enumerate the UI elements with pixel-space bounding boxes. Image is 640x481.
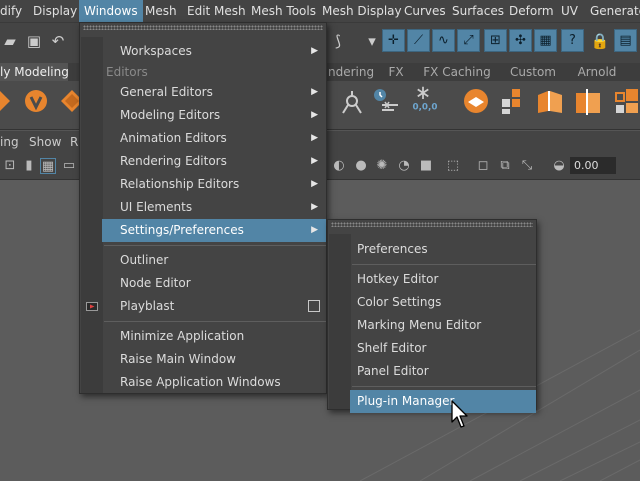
snap-view-plane-icon[interactable]: ⤢ — [457, 29, 480, 52]
playblast-option-box[interactable] — [308, 300, 320, 312]
xray-icon[interactable]: ◐ — [331, 158, 347, 174]
menu-item-shelf-editor[interactable]: Shelf Editor — [328, 337, 536, 360]
menu-mesh[interactable]: Mesh — [145, 0, 177, 22]
menu-item-panel-editor[interactable]: Panel Editor — [328, 360, 536, 383]
lasso-tool-icon[interactable]: ⟆ — [328, 31, 348, 51]
exposure-field[interactable]: 0.00 — [570, 157, 616, 174]
menu-generate[interactable]: Generate — [590, 0, 640, 22]
tab-fx[interactable]: FX — [383, 63, 409, 81]
undo-icon[interactable]: ↶ — [48, 31, 68, 51]
target-weld-icon[interactable] — [612, 87, 640, 115]
snap-point-icon[interactable]: ∿ — [432, 29, 455, 52]
menu-item-relationship-editors[interactable]: Relationship Editors ▶ — [80, 173, 326, 196]
ipr-render-icon[interactable]: ▤ — [614, 29, 637, 52]
resolution-gate-icon[interactable]: ⤡ — [519, 158, 535, 174]
save-scene-icon[interactable]: ▣ — [24, 31, 44, 51]
anti-alias-icon[interactable]: ■ — [418, 158, 434, 174]
menu-item-playblast[interactable]: Playblast — [80, 295, 326, 318]
menu-item-rendering-editors[interactable]: Rendering Editors ▶ — [80, 150, 326, 173]
menu-item-node-editor[interactable]: Node Editor — [80, 272, 326, 295]
snap-grid-icon[interactable]: ✛ — [382, 29, 405, 52]
menu-item-outliner[interactable]: Outliner — [80, 249, 326, 272]
menu-separator — [352, 264, 536, 265]
main-menubar: dify Display Windows Mesh Edit Mesh Mesh… — [0, 0, 640, 23]
menu-item-general-editors[interactable]: General Editors ▶ — [80, 81, 326, 104]
menu-modify[interactable]: dify — [0, 0, 22, 22]
menu-edit-mesh[interactable]: Edit Mesh — [187, 0, 246, 22]
dropdown-arrow-icon[interactable]: ▾ — [362, 31, 382, 51]
menu-display[interactable]: Display — [33, 0, 77, 22]
bend-deformer-icon[interactable] — [338, 89, 366, 117]
menu-item-marking-menu-editor[interactable]: Marking Menu Editor — [328, 314, 536, 337]
lattice-deformer-icon[interactable] — [372, 87, 400, 115]
tab-rendering[interactable]: ndering — [328, 63, 374, 81]
mouse-cursor-icon — [451, 400, 468, 428]
camera-attributes-icon[interactable]: ▮ — [21, 158, 37, 174]
multi-cut-icon[interactable] — [574, 87, 602, 115]
freeze-transform-icon[interactable]: 0,0,0 — [409, 85, 437, 113]
menu-item-color-settings[interactable]: Color Settings — [328, 291, 536, 314]
menu-item-settings-preferences[interactable]: Settings/Preferences ▶ — [102, 219, 326, 242]
shadows-icon[interactable]: ● — [353, 158, 369, 174]
grid-toggle-icon[interactable]: ▦ — [40, 158, 56, 174]
xray-joints-icon[interactable]: ◻ — [475, 158, 491, 174]
history-icon[interactable]: ✣ — [509, 29, 532, 52]
menu-mesh-display[interactable]: Mesh Display — [322, 0, 402, 22]
submenu-tearoff[interactable] — [331, 222, 533, 227]
panel-menu-show[interactable]: Show — [29, 131, 61, 153]
isolate-select-icon[interactable]: ⬚ — [445, 158, 461, 174]
menu-item-raise-application-windows[interactable]: Raise Application Windows — [80, 371, 326, 394]
snap-live-icon[interactable]: ⊞ — [484, 29, 507, 52]
xray-active-icon[interactable]: ⧉ — [497, 158, 513, 174]
menu-windows[interactable]: Windows — [79, 0, 143, 22]
menu-item-preferences[interactable]: Preferences — [328, 238, 536, 261]
menu-item-workspaces[interactable]: Workspaces ▶ — [80, 40, 326, 63]
menu-deform[interactable]: Deform — [509, 0, 554, 22]
menu-curves[interactable]: Curves — [404, 0, 446, 22]
panel-menu-renderer[interactable]: R — [70, 131, 78, 153]
open-scene-icon[interactable]: ▰ — [0, 31, 20, 51]
tab-arnold[interactable]: Arnold — [571, 63, 623, 81]
windows-menu: Workspaces ▶ Editors General Editors ▶ Mod… — [79, 22, 327, 394]
snap-curve-icon[interactable]: ⟋ — [407, 29, 430, 52]
menu-item-raise-main-window[interactable]: Raise Main Window — [80, 348, 326, 371]
editors-section-label: Editors — [106, 65, 148, 79]
menu-item-minimize-application[interactable]: Minimize Application — [80, 325, 326, 348]
help-icon[interactable]: ? — [561, 29, 584, 52]
lock-icon[interactable]: 🔒 — [590, 31, 610, 51]
menu-item-ui-elements[interactable]: UI Elements ▶ — [80, 196, 326, 219]
menu-item-modeling-editors[interactable]: Modeling Editors ▶ — [80, 104, 326, 127]
tab-custom[interactable]: Custom — [505, 63, 561, 81]
tab-fx-caching[interactable]: FX Caching — [421, 63, 493, 81]
menu-separator — [104, 321, 326, 322]
menu-surfaces[interactable]: Surfaces — [452, 0, 504, 22]
motion-blur-icon[interactable]: ◔ — [396, 158, 412, 174]
playblast-icon — [86, 302, 98, 311]
render-icon[interactable]: ▦ — [534, 29, 557, 52]
panel-menu-shading[interactable]: ing — [0, 131, 19, 153]
menu-item-hotkey-editor[interactable]: Hotkey Editor — [328, 268, 536, 291]
svg-text:0,0,0: 0,0,0 — [413, 103, 438, 113]
windows-menu-tearoff[interactable] — [83, 25, 323, 30]
menu-mesh-tools[interactable]: Mesh Tools — [251, 0, 316, 22]
exposure-icon[interactable]: ◒ — [551, 158, 567, 174]
select-camera-icon[interactable]: ⊡ — [2, 158, 18, 174]
menu-separator — [104, 245, 326, 246]
bevel-icon[interactable] — [536, 87, 564, 115]
menu-item-plugin-manager[interactable]: Plug-in Manager — [350, 390, 536, 413]
settings-preferences-submenu: Preferences Hotkey Editor Color Settings… — [327, 219, 537, 413]
combine-icon[interactable] — [22, 87, 50, 115]
tab-poly-modeling[interactable]: ly Modeling — [0, 63, 69, 81]
menu-separator — [352, 386, 536, 387]
ambient-occlusion-icon[interactable]: ✺ — [374, 158, 390, 174]
menu-item-animation-editors[interactable]: Animation Editors ▶ — [80, 127, 326, 150]
film-gate-icon[interactable]: ▭ — [61, 158, 77, 174]
menu-uv[interactable]: UV — [561, 0, 578, 22]
extrude-icon[interactable] — [462, 87, 490, 115]
bridge-icon[interactable] — [500, 87, 528, 115]
